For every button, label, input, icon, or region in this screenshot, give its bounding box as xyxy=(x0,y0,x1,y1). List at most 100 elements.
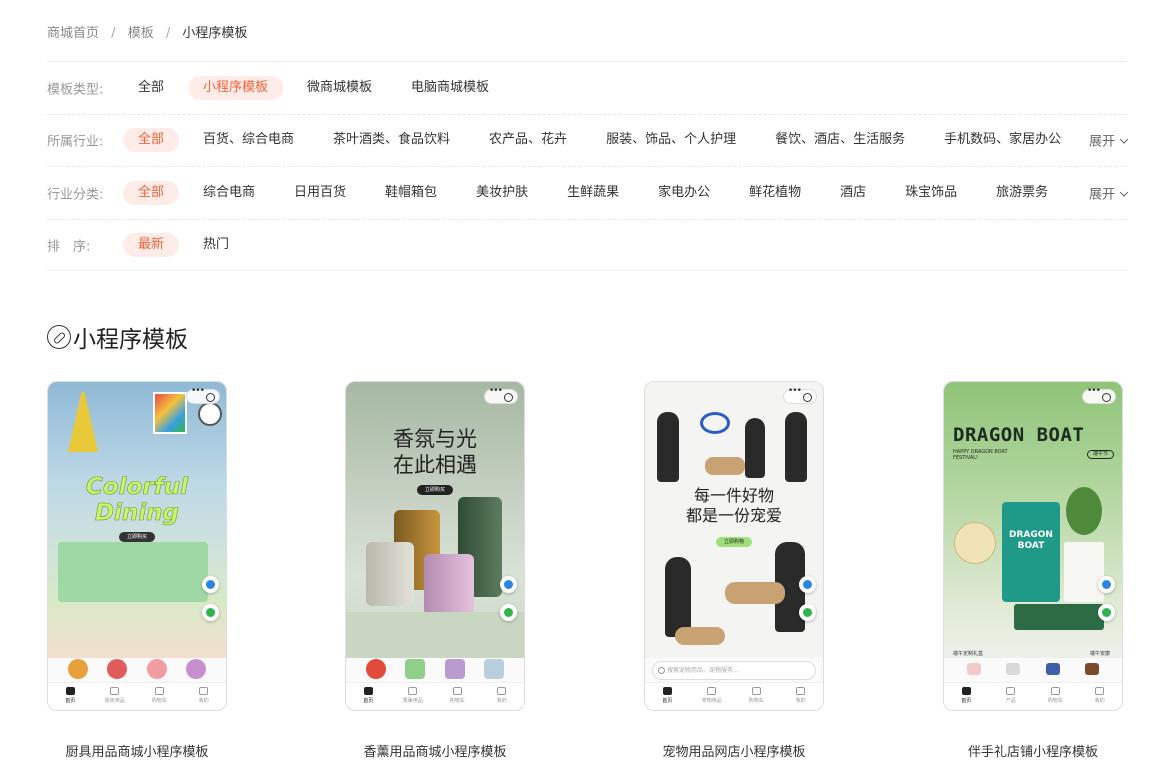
tab-label: 购物车 xyxy=(1047,698,1063,704)
template-title[interactable]: 香薰用品商城小程序模板 xyxy=(345,741,525,760)
breadcrumb-home-link[interactable]: 商城首页 xyxy=(47,26,99,41)
phone-icon[interactable] xyxy=(202,576,219,593)
tab-profile[interactable]: 我的 xyxy=(1078,683,1123,710)
tab-home[interactable]: 首页 xyxy=(645,683,690,710)
tab-cart[interactable]: 购物车 xyxy=(1033,683,1078,710)
miniprogram-menu-capsule[interactable] xyxy=(783,386,817,404)
miniprogram-menu-capsule[interactable] xyxy=(186,386,220,404)
tab-home[interactable]: 首页 xyxy=(48,683,93,710)
category-thumb[interactable] xyxy=(107,659,128,679)
tab-home[interactable]: 首页 xyxy=(944,683,989,710)
phone-icon[interactable] xyxy=(1098,576,1115,593)
search-input[interactable]: 搜索宠物用品、宠物服务... xyxy=(652,661,816,680)
category-thumb[interactable] xyxy=(146,659,167,679)
tab-bar: 首页 产品 购物车 我的 xyxy=(944,682,1122,710)
category-thumb[interactable] xyxy=(1085,663,1100,675)
tab-cart[interactable]: 购物车 xyxy=(734,683,779,710)
sort-popular[interactable]: 热门 xyxy=(188,233,244,257)
category-thumb[interactable] xyxy=(484,659,505,679)
category-thumb[interactable] xyxy=(1006,663,1021,675)
tab-profile[interactable]: 我的 xyxy=(182,683,227,710)
chat-icon[interactable] xyxy=(500,604,517,621)
filter-industry-option[interactable]: 服装、饰品、个人护理 xyxy=(591,128,751,152)
filter-category-option[interactable]: 鞋帽箱包 xyxy=(370,181,452,205)
chat-icon[interactable] xyxy=(202,604,219,621)
template-card[interactable]: 每一件好物 都是一份宠爱 立即购物 搜索宠物用品、宠物服务... 首页 宠物用品… xyxy=(644,381,824,760)
template-title[interactable]: 伴手礼店铺小程序模板 xyxy=(943,741,1123,760)
tab-cart[interactable]: 购物车 xyxy=(137,683,182,710)
category-thumb[interactable] xyxy=(67,659,88,679)
grid-icon xyxy=(110,687,120,695)
phone-icon[interactable] xyxy=(500,576,517,593)
template-preview[interactable]: 香氛与光 在此相遇 立即购买 首页 香薰用品 购物车 我的 xyxy=(345,381,525,711)
hero-image: Colorful Dining 立即购买 xyxy=(48,382,226,658)
tab-category[interactable]: 产品 xyxy=(989,683,1034,710)
filter-category-option[interactable]: 鲜花植物 xyxy=(734,181,816,205)
tab-category[interactable]: 宠物用品 xyxy=(690,683,735,710)
tab-category[interactable]: 香薰用品 xyxy=(391,683,436,710)
filter-category-option[interactable]: 日用百货 xyxy=(279,181,361,205)
miniprogram-menu-capsule[interactable] xyxy=(1082,386,1116,404)
filter-industry-option[interactable]: 餐饮、酒店、生活服务 xyxy=(760,128,920,152)
breadcrumb-templates-link[interactable]: 模板 xyxy=(128,26,154,41)
template-title[interactable]: 厨具用品商城小程序模板 xyxy=(47,741,227,760)
industry-expand-button[interactable]: 展开 xyxy=(1089,131,1129,150)
chat-icon[interactable] xyxy=(799,604,816,621)
template-preview[interactable]: DRAGON BOAT HAPPY DRAGON BOAT FESTIVAL! … xyxy=(943,381,1123,711)
filter-category-option[interactable]: 旅游票务 xyxy=(981,181,1063,205)
user-icon xyxy=(199,687,209,695)
hero-subtitle: HAPPY DRAGON BOAT FESTIVAL! xyxy=(953,449,1008,461)
tab-cart[interactable]: 购物车 xyxy=(435,683,480,710)
filter-industry-option[interactable]: 手机数码、家居办公 xyxy=(929,128,1076,152)
buy-now-button[interactable]: 立即购买 xyxy=(118,532,156,542)
template-card[interactable]: Colorful Dining 立即购买 首页 厨房用品 购物车 我的 厨具用品… xyxy=(47,381,227,760)
filter-industry-all[interactable]: 全部 xyxy=(123,128,180,153)
tab-category[interactable]: 厨房用品 xyxy=(93,683,138,710)
chat-icon[interactable] xyxy=(1098,604,1115,621)
shop-now-button[interactable]: 立即购物 xyxy=(715,537,753,547)
template-title[interactable]: 宠物用品网店小程序模板 xyxy=(644,741,824,760)
breadcrumb: 商城首页 / 模板 / 小程序模板 xyxy=(47,22,247,41)
link-icon xyxy=(47,325,71,349)
filter-category-option[interactable]: 美妆护肤 xyxy=(461,181,543,205)
filter-row-industry: 所属行业: 全部 百货、综合电商 茶叶酒类、食品饮料 农产品、花卉 服装、饰品、… xyxy=(47,113,1129,167)
category-thumb[interactable] xyxy=(1045,663,1060,675)
filter-category-option[interactable]: 综合电商 xyxy=(188,181,270,205)
tab-label: 购物车 xyxy=(748,698,764,704)
filter-category-all[interactable]: 全部 xyxy=(123,180,180,205)
tab-profile[interactable]: 我的 xyxy=(779,683,824,710)
category-thumb[interactable] xyxy=(365,659,386,679)
filter-industry-option[interactable]: 农产品、花卉 xyxy=(474,128,582,152)
category-thumb[interactable] xyxy=(444,659,465,679)
filter-category-option[interactable]: 酒店 xyxy=(825,181,881,205)
filter-type-pc-mall[interactable]: 电脑商城模板 xyxy=(396,76,504,100)
phone-icon[interactable] xyxy=(799,576,816,593)
filter-category-option[interactable]: 珠宝饰品 xyxy=(890,181,972,205)
filter-industry-option[interactable]: 百货、综合电商 xyxy=(188,128,309,152)
template-preview[interactable]: 每一件好物 都是一份宠爱 立即购物 搜索宠物用品、宠物服务... 首页 宠物用品… xyxy=(644,381,824,711)
template-card[interactable]: 香氛与光 在此相遇 立即购买 首页 香薰用品 购物车 我的 香薰用品商城小程序模… xyxy=(345,381,525,760)
sort-latest[interactable]: 最新 xyxy=(123,232,180,257)
filter-category-option[interactable]: 家电办公 xyxy=(643,181,725,205)
grid-icon xyxy=(1006,687,1016,695)
template-card[interactable]: DRAGON BOAT HAPPY DRAGON BOAT FESTIVAL! … xyxy=(943,381,1123,760)
buy-now-button[interactable]: 立即购买 xyxy=(416,485,454,495)
chevron-down-icon xyxy=(1119,188,1129,197)
miniprogram-menu-capsule[interactable] xyxy=(484,386,518,404)
filter-label-industry: 所属行业: xyxy=(47,134,104,150)
filter-label-category: 行业分类: xyxy=(47,187,104,203)
tab-profile[interactable]: 我的 xyxy=(480,683,525,710)
filter-industry-option[interactable]: 茶叶酒类、食品饮料 xyxy=(318,128,465,152)
tab-home[interactable]: 首页 xyxy=(346,683,391,710)
filter-category-option[interactable]: 生鲜蔬果 xyxy=(552,181,634,205)
filter-type-miniprogram[interactable]: 小程序模板 xyxy=(188,75,284,100)
template-preview[interactable]: Colorful Dining 立即购买 首页 厨房用品 购物车 我的 xyxy=(47,381,227,711)
category-expand-button[interactable]: 展开 xyxy=(1088,183,1129,203)
filter-type-all[interactable]: 全部 xyxy=(123,76,179,100)
category-thumb[interactable] xyxy=(966,663,981,675)
category-thumb[interactable] xyxy=(405,659,426,679)
category-thumb[interactable] xyxy=(186,659,207,679)
expand-label: 展开 xyxy=(1088,187,1115,203)
filter-type-wechat-mall[interactable]: 微商城模板 xyxy=(292,76,387,100)
hero-title-line1: 香氛与光 xyxy=(393,427,477,451)
